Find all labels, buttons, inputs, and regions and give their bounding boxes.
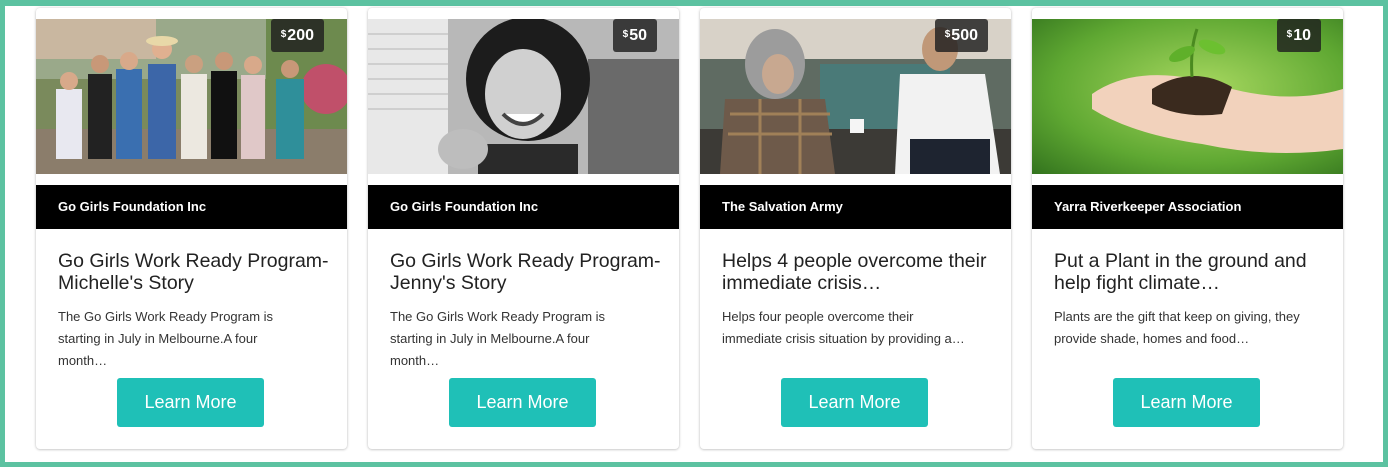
price-amount: 10 (1293, 27, 1311, 44)
donation-card-yarra[interactable]: $ 10 Yarra Riverkeeper Association Put a… (1032, 8, 1343, 449)
card-description: The Go Girls Work Ready Program is start… (58, 309, 274, 368)
learn-more-button[interactable]: Learn More (117, 378, 264, 427)
currency-symbol: $ (1286, 29, 1293, 40)
card-title[interactable]: Go Girls Work Ready Program- Michelle's … (58, 250, 333, 294)
organization-name: Go Girls Foundation Inc (36, 185, 347, 229)
currency-symbol: $ (944, 29, 951, 40)
card-description: Plants are the gift that keep on giving,… (1054, 309, 1300, 346)
price-badge: $ 500 (934, 19, 988, 52)
donation-card-salvation-army[interactable]: $ 500 The Salvation Army Helps 4 people … (700, 8, 1011, 449)
organization-name: Go Girls Foundation Inc (368, 185, 679, 229)
card-description: Helps four people overcome their immedia… (722, 309, 965, 346)
price-badge: $ 50 (612, 19, 657, 52)
learn-more-button[interactable]: Learn More (781, 378, 928, 427)
card-title[interactable]: Go Girls Work Ready Program- Jenny's Sto… (390, 250, 665, 294)
price-amount: 200 (287, 27, 314, 44)
card-description: The Go Girls Work Ready Program is start… (390, 309, 606, 368)
learn-more-button[interactable]: Learn More (1113, 378, 1260, 427)
currency-symbol: $ (280, 29, 287, 40)
organization-name: Yarra Riverkeeper Association (1032, 185, 1343, 229)
card-title[interactable]: Put a Plant in the ground and help fight… (1054, 250, 1329, 294)
donation-cards: $ 200 Go Girls Foundation Inc Go Girls W… (36, 8, 1343, 449)
price-amount: 500 (951, 27, 978, 44)
price-badge: $ 200 (270, 19, 324, 52)
price-amount: 50 (629, 27, 647, 44)
organization-name: The Salvation Army (700, 185, 1011, 229)
currency-symbol: $ (622, 29, 629, 40)
donation-card-michelle[interactable]: $ 200 Go Girls Foundation Inc Go Girls W… (36, 8, 347, 449)
donation-card-jenny[interactable]: $ 50 Go Girls Foundation Inc Go Girls Wo… (368, 8, 679, 449)
card-title[interactable]: Helps 4 people overcome their immediate … (722, 250, 997, 294)
price-badge: $ 10 (1276, 19, 1321, 52)
learn-more-button[interactable]: Learn More (449, 378, 596, 427)
